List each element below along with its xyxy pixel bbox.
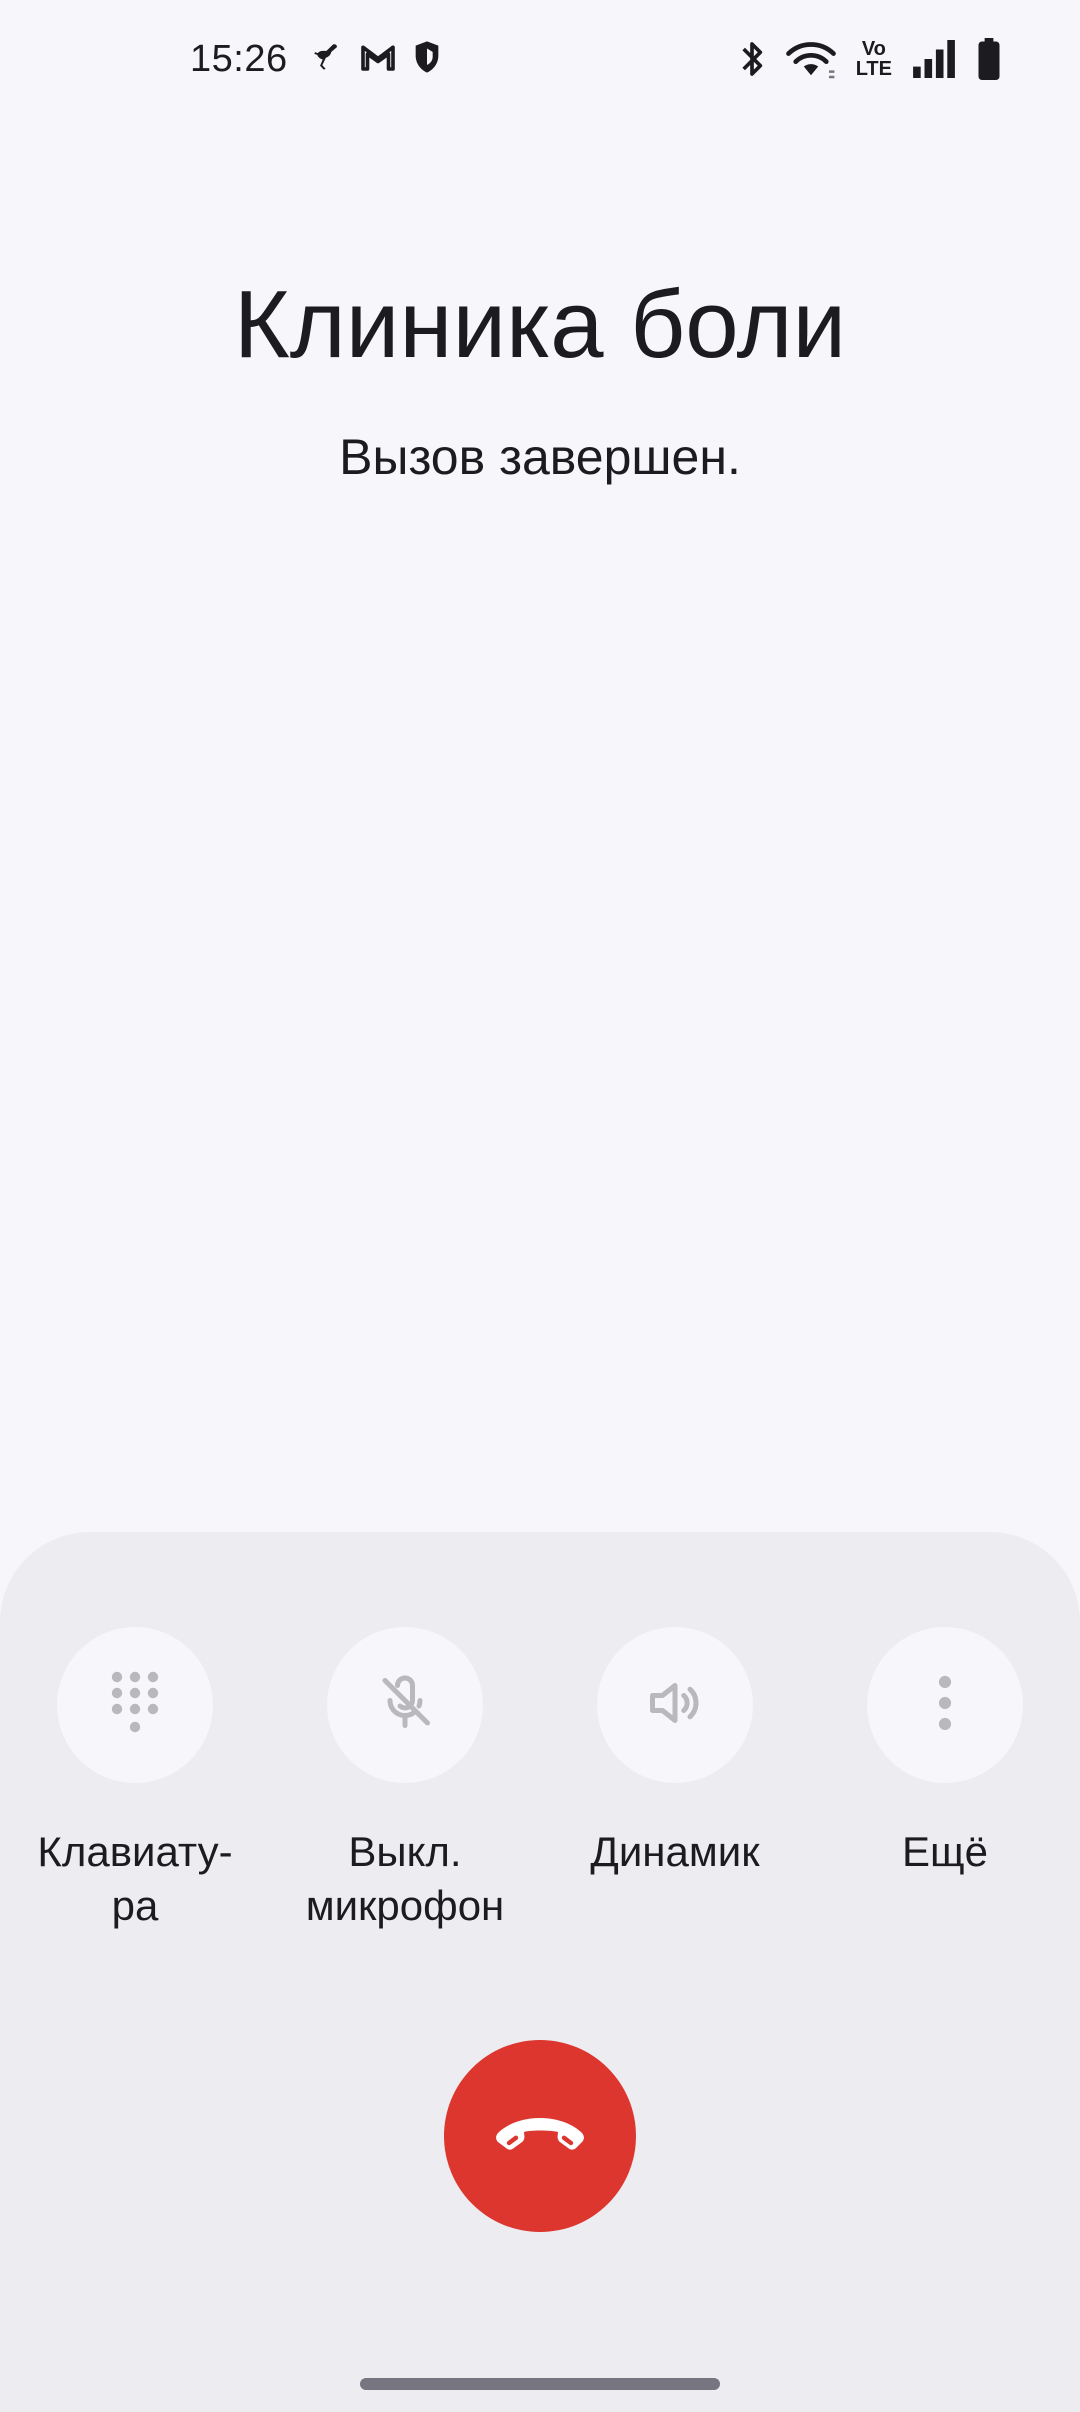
speaker-button-circle[interactable] [597,1627,753,1783]
speaker-label: Динамик [590,1828,760,1875]
volte-bottom-label: LTE [855,58,892,80]
dialpad-icon [109,1671,161,1740]
more-button-circle[interactable] [867,1627,1023,1783]
caller-name: Клиника боли [233,271,847,378]
keypad-button-circle[interactable] [57,1627,213,1783]
keypad-label: Клавиату- ра [37,1828,233,1929]
gmail-icon [360,42,396,72]
wifi-icon [784,39,838,79]
status-bar: 15:26 Vo LTE [0,0,1080,120]
mute-button[interactable]: Выкл. микрофон [270,1627,540,1933]
call-actions: Клавиату- ра Выкл. микрофон Динамик Ещё [0,1627,1080,1947]
end-call-icon [490,2112,590,2161]
call-status: Вызов завершен. [339,429,741,485]
navigation-handle[interactable] [360,2378,720,2390]
shield-icon [412,40,442,74]
bluetooth-icon [738,39,766,79]
keypad-button[interactable]: Клавиату- ра [0,1627,270,1933]
end-call-button[interactable] [444,2040,636,2232]
more-button[interactable]: Ещё [810,1627,1080,1879]
call-screen: 15:26 Vo LTE Клиника боли Вызов завершен… [0,0,1080,2412]
signal-icon [910,40,958,78]
volte-top-label: Vo [861,38,886,60]
speaker-button[interactable]: Динамик [540,1627,810,1879]
call-controls-sheet: Клавиату- ра Выкл. микрофон Динамик Ещё [0,1532,1080,2412]
speaker-icon [645,1673,705,1738]
more-vert-icon [935,1675,955,1736]
mute-button-circle[interactable] [327,1627,483,1783]
more-label: Ещё [902,1828,988,1875]
mute-label: Выкл. микрофон [305,1828,505,1929]
mic-off-icon [375,1673,435,1738]
ostrich-icon [310,40,344,74]
status-time: 15:26 [190,38,288,80]
status-notification-icons [310,40,442,74]
status-system-icons: Vo LTE [738,38,1002,80]
volte-icon: Vo LTE [856,39,892,79]
battery-icon [976,38,1002,80]
